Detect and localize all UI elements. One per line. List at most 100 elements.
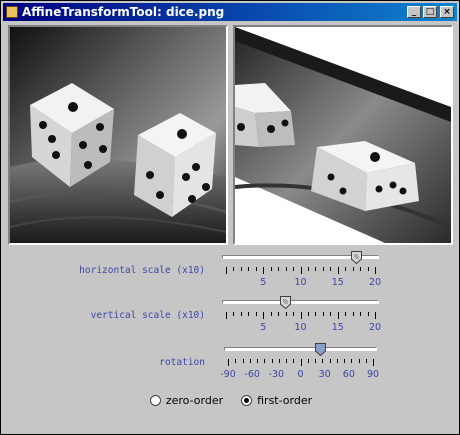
- slider-tick: [373, 359, 374, 366]
- slider-tick: [263, 312, 265, 319]
- slider-tick: [235, 359, 237, 363]
- slider-tick: [307, 312, 309, 316]
- slider-tick: [233, 267, 235, 271]
- slider-tick: [337, 312, 339, 319]
- slider-ticks-horizontal: [1, 267, 460, 275]
- slider-tick-label-horizontal: 15: [331, 277, 344, 288]
- slider-tick: [322, 267, 324, 271]
- close-button[interactable]: ×: [440, 6, 454, 18]
- slider-tick: [367, 312, 369, 316]
- slider-tick: [255, 312, 257, 316]
- slider-tick: [360, 267, 362, 271]
- slider-tick-label-horizontal: 10: [294, 277, 307, 288]
- slider-tick: [271, 359, 273, 363]
- radio-zero-order-label: zero-order: [165, 394, 224, 407]
- slider-tick: [365, 359, 367, 363]
- slider-tick: [337, 267, 339, 274]
- radio-zero-order-circle[interactable]: [149, 395, 161, 406]
- title-bar[interactable]: AffineTransformTool: dice.png _ □ ×: [3, 3, 457, 21]
- slider-tick: [351, 359, 353, 363]
- slider-thumb-rotation[interactable]: [315, 343, 327, 356]
- slider-tick: [344, 359, 345, 363]
- slider-tick: [315, 312, 317, 316]
- slider-tick: [240, 312, 242, 316]
- transformed-image: [233, 25, 453, 245]
- radio-first-order-label: first-order: [257, 394, 313, 407]
- slider-tick-label-horizontal: 5: [260, 277, 267, 288]
- slider-tick: [322, 312, 324, 316]
- slider-ticks-rotation: [1, 359, 460, 367]
- slider-tick: [352, 267, 354, 271]
- interpolation-radio-group: zero-order first-order: [1, 394, 460, 407]
- slider-tick: [270, 267, 272, 271]
- slider-tick: [293, 312, 295, 316]
- slider-tick: [240, 267, 242, 271]
- slider-tick: [345, 267, 347, 271]
- slider-tick-label-rotation: 0: [297, 369, 304, 380]
- slider-tick: [315, 359, 316, 363]
- slider-tick-label-rotation: -30: [268, 369, 285, 380]
- slider-tick: [293, 359, 295, 363]
- slider-tick: [307, 267, 309, 271]
- slider-tick-label-rotation: 90: [366, 369, 380, 380]
- slider-tick: [375, 267, 376, 274]
- slider-tick: [285, 267, 287, 271]
- app-icon: [6, 6, 18, 18]
- slider-tick: [330, 312, 332, 316]
- slider-tick-label-vertical: 5: [260, 322, 267, 333]
- slider-tick: [278, 267, 280, 271]
- slider-tick: [242, 359, 244, 363]
- slider-tick-label-vertical: 20: [368, 322, 382, 333]
- slider-ticks-vertical: [1, 312, 460, 320]
- maximize-button[interactable]: □: [423, 6, 437, 18]
- radio-zero-order[interactable]: zero-order: [149, 394, 224, 407]
- slider-tick-label-vertical: 15: [331, 322, 344, 333]
- radio-first-order[interactable]: first-order: [241, 394, 312, 407]
- slider-tick: [300, 359, 302, 366]
- slider-tick: [322, 359, 324, 363]
- slider-tick-label-rotation: 30: [318, 369, 331, 380]
- slider-track-vertical[interactable]: [222, 300, 379, 304]
- slider-tick: [263, 267, 265, 274]
- slider-track-rotation[interactable]: [224, 347, 377, 351]
- slider-tick: [226, 312, 227, 319]
- app-window: AffineTransformTool: dice.png _ □ × hori…: [0, 0, 460, 435]
- slider-tick: [264, 359, 266, 363]
- slider-tick: [336, 359, 338, 363]
- slider-tick: [285, 312, 287, 316]
- slider-tick-label-horizontal: 20: [368, 277, 382, 288]
- slider-tick-label-rotation: -60: [244, 369, 260, 380]
- slider-tick: [278, 312, 280, 316]
- slider-tick: [249, 359, 251, 363]
- slider-tick-label-rotation: 60: [342, 369, 355, 380]
- slider-thumb-horizontal[interactable]: [350, 251, 362, 264]
- slider-tick: [300, 267, 302, 274]
- slider-tick: [248, 267, 250, 271]
- slider-tick-label-vertical: 10: [294, 322, 307, 333]
- slider-tick: [293, 267, 295, 271]
- slider-tick: [255, 267, 257, 271]
- slider-tick: [228, 359, 229, 366]
- slider-tick: [233, 312, 235, 316]
- slider-tick: [358, 359, 360, 363]
- original-image: [8, 25, 228, 245]
- minimize-button[interactable]: _: [407, 6, 421, 18]
- window-title: AffineTransformTool: dice.png: [22, 5, 225, 19]
- slider-tick: [307, 359, 309, 363]
- slider-tick: [248, 312, 250, 316]
- slider-tick: [300, 312, 302, 319]
- slider-tick: [367, 267, 369, 271]
- slider-tick: [360, 312, 362, 316]
- slider-tick: [278, 359, 280, 363]
- slider-tick: [286, 359, 287, 363]
- slider-tick: [375, 312, 376, 319]
- slider-tick: [270, 312, 272, 316]
- slider-tick: [315, 267, 317, 271]
- slider-thumb-vertical[interactable]: [280, 296, 292, 309]
- slider-tick: [226, 267, 227, 274]
- slider-tick: [352, 312, 354, 316]
- slider-tick: [345, 312, 347, 316]
- slider-tick: [329, 359, 331, 363]
- radio-first-order-circle[interactable]: [241, 395, 253, 406]
- slider-tick: [330, 267, 332, 271]
